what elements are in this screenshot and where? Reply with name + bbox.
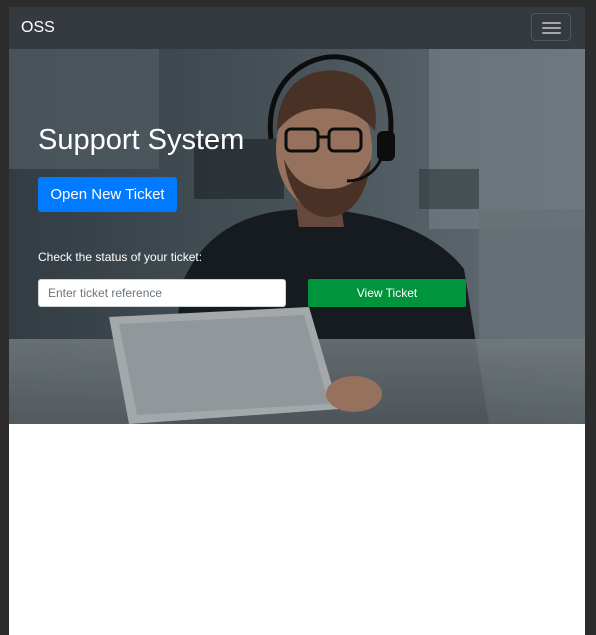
main-content-area (9, 424, 585, 635)
navbar-toggler-button[interactable] (531, 13, 571, 41)
ticket-reference-input[interactable] (38, 279, 286, 307)
app-frame: OSS Support System Open New Ticket Check… (9, 7, 585, 635)
open-new-ticket-button[interactable]: Open New Ticket (38, 177, 177, 212)
hero-dark-overlay (9, 49, 585, 424)
ticket-status-label: Check the status of your ticket: (38, 250, 203, 264)
hamburger-menu-icon-bar (542, 32, 561, 34)
view-ticket-button[interactable]: View Ticket (308, 279, 466, 307)
top-navbar: OSS (9, 7, 585, 49)
navbar-brand[interactable]: OSS (21, 18, 55, 38)
hero-banner: Support System Open New Ticket Check the… (9, 49, 585, 424)
hamburger-menu-icon (542, 22, 561, 24)
page-title: Support System (38, 124, 245, 156)
hamburger-menu-icon-bar (542, 27, 561, 29)
